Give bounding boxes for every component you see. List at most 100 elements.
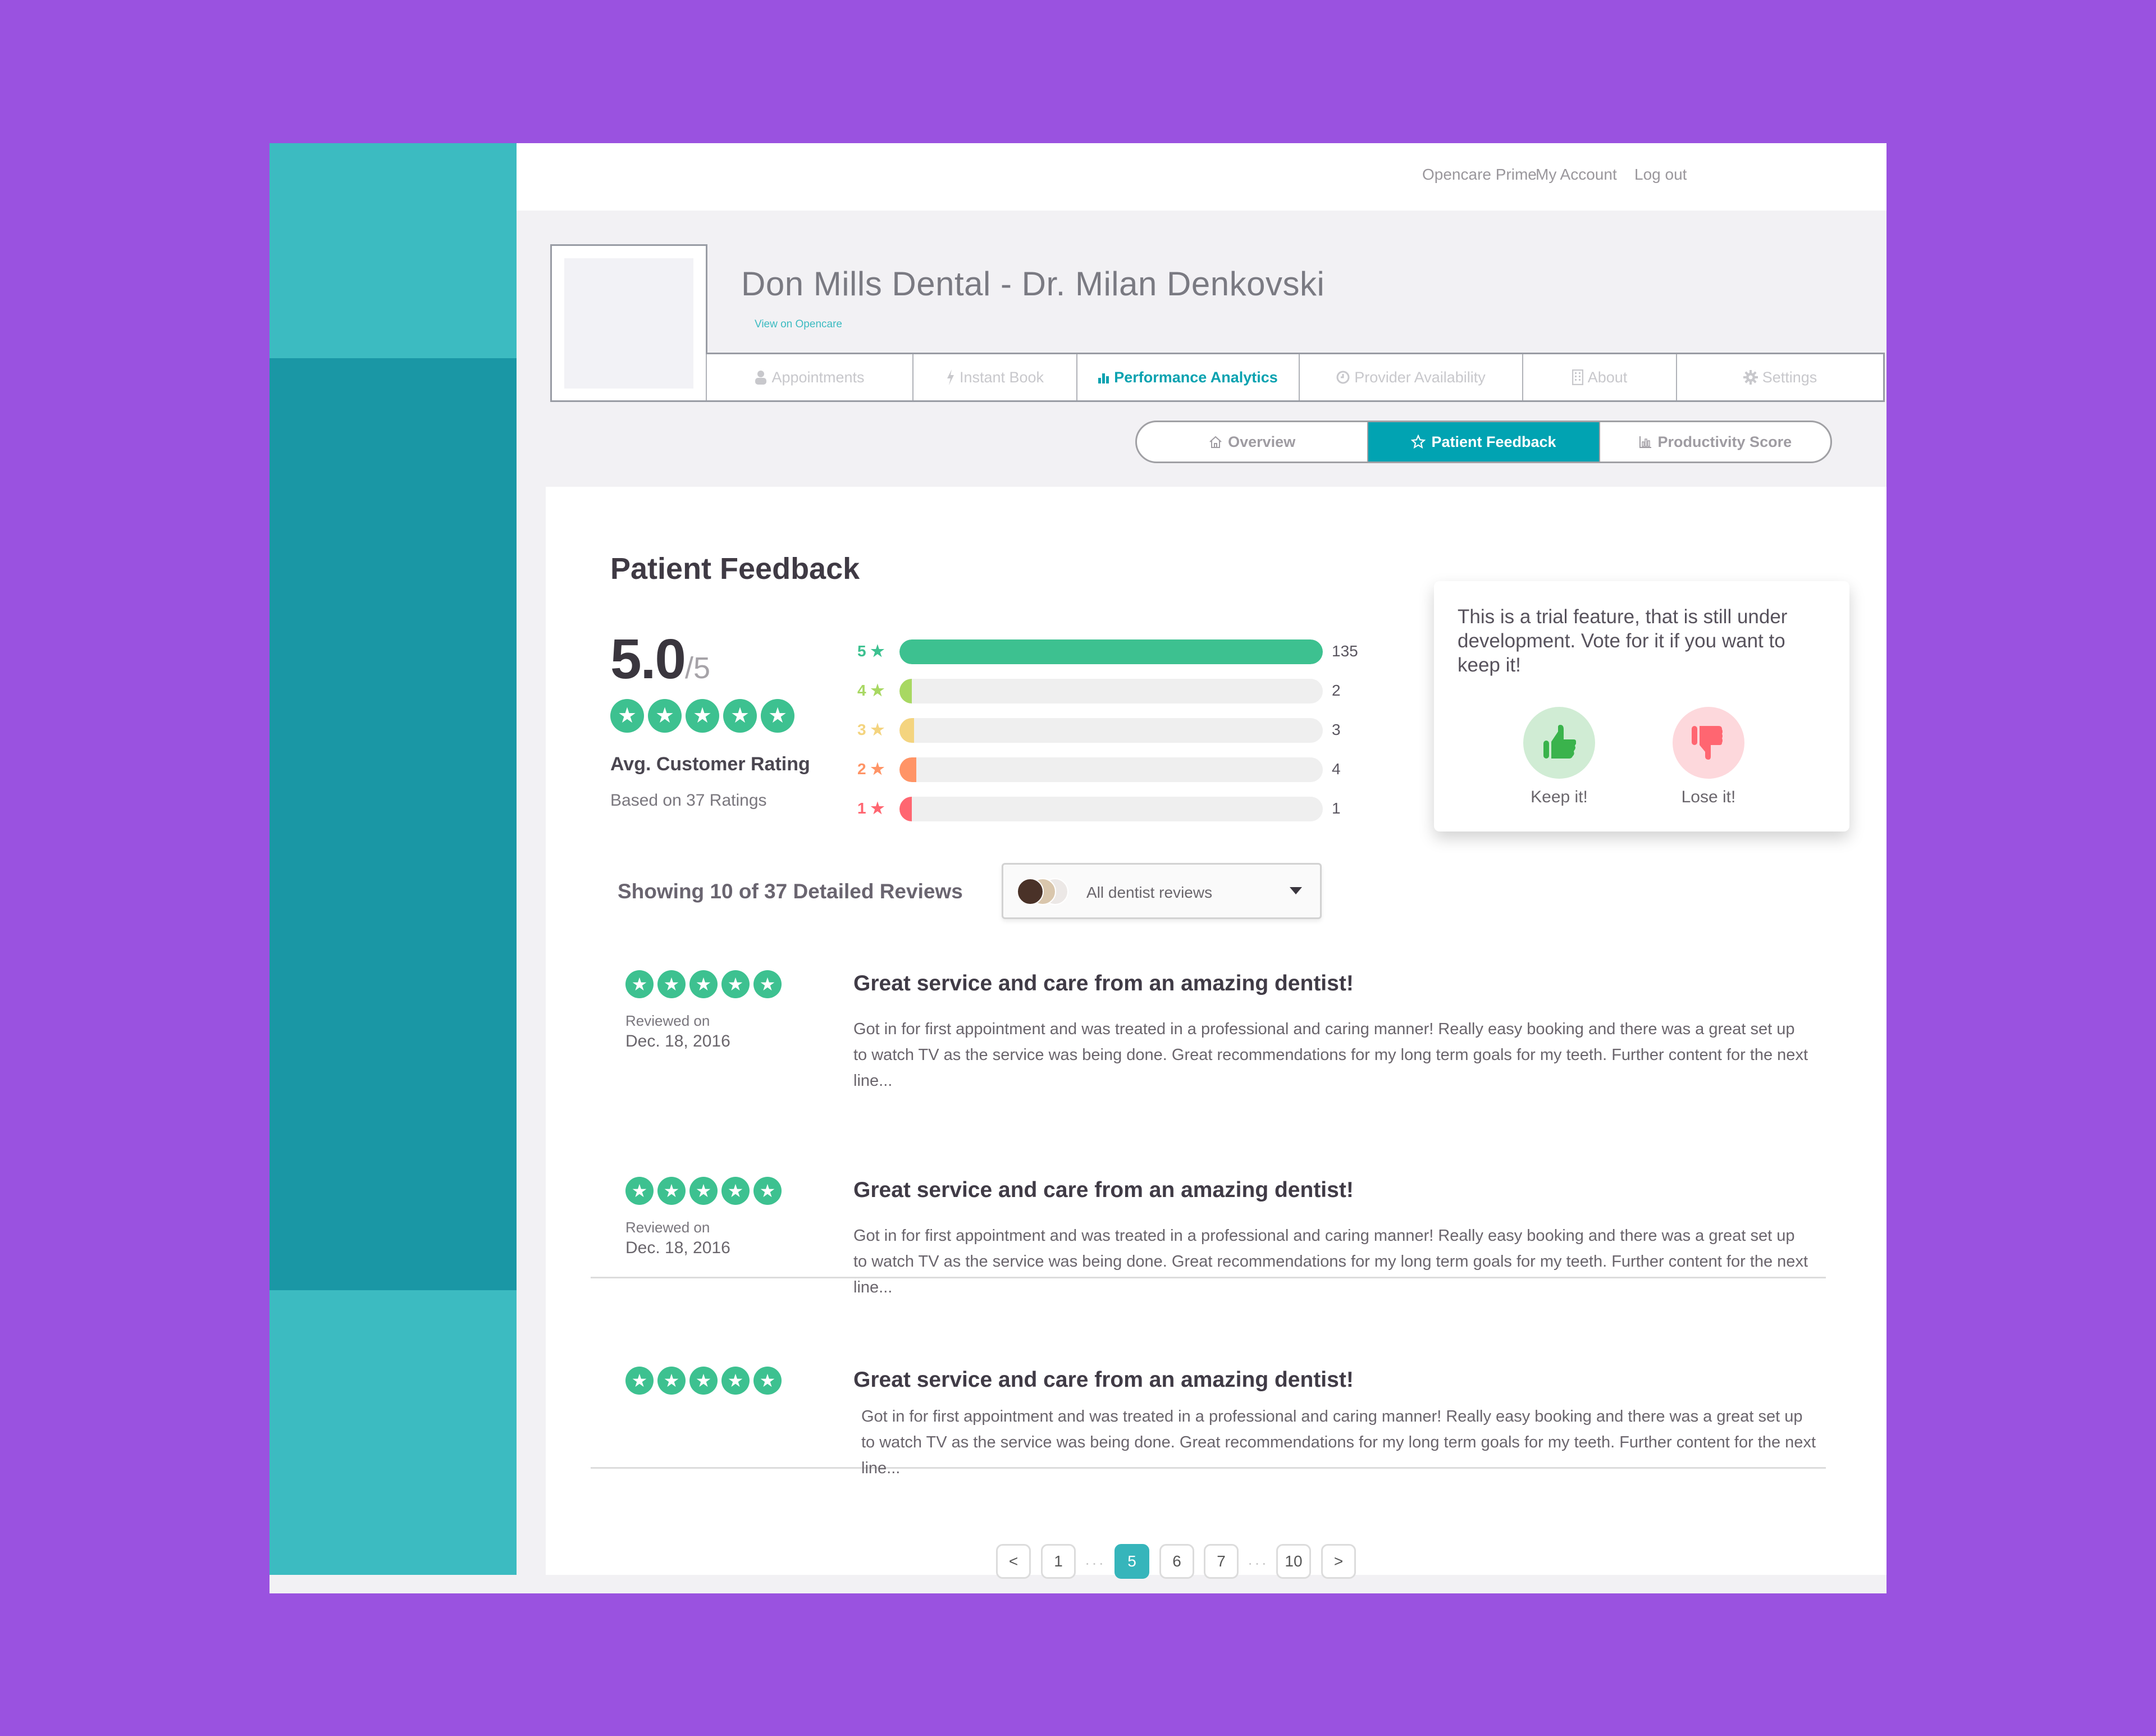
review-title[interactable]: Great service and care from an amazing d… [853, 1178, 1354, 1203]
building-icon [1572, 369, 1583, 385]
review-body: Got in for first appointment and was tre… [861, 1408, 1816, 1477]
avg-label: Avg. Customer Rating [610, 753, 810, 775]
my-account-link[interactable]: My Account [1536, 166, 1617, 184]
trial-feature-card: This is a trial feature, that is still u… [1434, 581, 1849, 832]
ratings-count: Based on 37 Ratings [610, 791, 767, 810]
avatar [1017, 878, 1044, 905]
rating-row-3: 3 ★ 3 [857, 718, 1363, 743]
caret-down-icon [1290, 887, 1302, 894]
bar-chart-outline-icon [1639, 436, 1651, 448]
rating-bar-track [899, 797, 1323, 821]
rating-row-1: 1 ★ 1 [857, 797, 1363, 821]
gear-icon [1743, 370, 1758, 385]
rating-bar-track [899, 679, 1323, 703]
page-button-5[interactable]: 5 [1114, 1544, 1149, 1579]
avg-denominator: /5 [685, 651, 711, 685]
tab-about[interactable]: About [1522, 354, 1676, 400]
review-stars: ★ ★ ★ ★ ★ [625, 1177, 782, 1205]
star-icon: ★ [723, 699, 757, 733]
lose-it-button[interactable]: Lose it! [1672, 707, 1745, 807]
rating-bar-fill [899, 679, 912, 703]
star-icon: ★ [721, 970, 750, 998]
rating-bar-fill [899, 757, 917, 782]
keep-it-button[interactable]: Keep it! [1523, 707, 1596, 807]
lightning-icon [947, 369, 954, 385]
page-button-1[interactable]: 1 [1041, 1544, 1076, 1579]
avg-score: 5.0 [610, 628, 686, 691]
ellipsis: ··· [1085, 1554, 1106, 1571]
star-icon: ★ [610, 699, 644, 733]
app-window: Opencare Prime My Account Log out Don Mi… [270, 143, 1886, 1593]
rating-row-count: 135 [1332, 642, 1358, 660]
tab-label: Provider Availability [1354, 368, 1486, 386]
review-title[interactable]: Great service and care from an amazing d… [853, 971, 1354, 996]
opencare-prime-link[interactable]: Opencare Prime [1422, 166, 1537, 184]
star-icon: ★ [689, 970, 718, 998]
star-outline-icon [1411, 435, 1426, 449]
keep-it-label: Keep it! [1531, 788, 1588, 806]
prev-page-button[interactable]: < [996, 1544, 1031, 1579]
thumbs-up-icon [1543, 725, 1576, 759]
page-button-6[interactable]: 6 [1159, 1544, 1194, 1579]
rating-bar-fill [899, 797, 912, 821]
rating-row-5: 5 ★ 135 [857, 639, 1363, 664]
page-button-7[interactable]: 7 [1204, 1544, 1239, 1579]
tab-settings[interactable]: Settings [1676, 354, 1885, 400]
star-icon: ★ [689, 1367, 718, 1395]
star-icon: ★ [721, 1177, 750, 1205]
pagination: < 1 ··· 5 6 7 ··· 10 > [546, 1544, 1886, 1589]
subtab-overview[interactable]: Overview [1137, 422, 1367, 462]
tab-label: Appointments [771, 368, 865, 386]
rating-bar-track [899, 639, 1323, 664]
subtab-patient-feedback[interactable]: Patient Feedback [1367, 422, 1600, 462]
profile-photo [550, 244, 707, 402]
review-stars: ★ ★ ★ ★ ★ [625, 1367, 782, 1395]
star-icon: ★ [761, 699, 794, 733]
sidebar-active-section [270, 358, 517, 1290]
subtab-label: Patient Feedback [1431, 433, 1556, 450]
rating-row-label: 1 ★ [857, 800, 885, 817]
tab-label: Settings [1762, 368, 1817, 386]
main-area: Opencare Prime My Account Log out Don Mi… [517, 143, 1886, 1593]
average-rating: 5.0/5 ★ ★ ★ ★ ★ Avg. Customer Rating Bas… [610, 627, 810, 810]
view-on-opencare-link[interactable]: View on Opencare [755, 318, 842, 331]
star-icon: ★ [657, 970, 686, 998]
profile-header: Don Mills Dental - Dr. Milan Denkovski V… [550, 244, 1885, 402]
sub-nav-tabs: Overview Patient Feedback Productivity S… [1135, 421, 1832, 463]
tab-performance-analytics[interactable]: Performance Analytics [1076, 354, 1299, 400]
dentist-avatars [1017, 878, 1079, 905]
tab-label: Instant Book [959, 368, 1044, 386]
top-bar: Opencare Prime My Account Log out [517, 143, 1886, 211]
rating-row-4: 4 ★ 2 [857, 679, 1363, 703]
ellipsis: ··· [1248, 1554, 1268, 1571]
reviewed-on-label: Reviewed on [625, 1012, 710, 1029]
rating-row-count: 3 [1332, 721, 1341, 738]
subtab-label: Overview [1228, 433, 1296, 450]
page-button-10[interactable]: 10 [1276, 1544, 1311, 1579]
lose-it-label: Lose it! [1681, 788, 1736, 806]
rating-bar-track [899, 757, 1323, 782]
subtab-productivity-score[interactable]: Productivity Score [1600, 422, 1830, 462]
panel-title: Patient Feedback [610, 552, 860, 586]
star-icon: ★ [753, 1367, 782, 1395]
review-title[interactable]: Great service and care from an amazing d… [853, 1368, 1354, 1392]
star-icon: ★ [753, 1177, 782, 1205]
rating-bar-track [899, 718, 1323, 743]
reviews-count-heading: Showing 10 of 37 Detailed Reviews [618, 880, 963, 903]
reviewed-on-label: Reviewed on [625, 1219, 710, 1236]
rating-bar-fill [899, 639, 1323, 664]
tab-instant-book[interactable]: Instant Book [912, 354, 1076, 400]
tab-appointments[interactable]: Appointments [706, 354, 912, 400]
dentist-filter-dropdown[interactable]: All dentist reviews [1002, 863, 1322, 919]
rating-row-label: 2 ★ [857, 760, 885, 778]
tab-provider-availability[interactable]: Provider Availability [1299, 354, 1522, 400]
feedback-panel: Patient Feedback 5.0/5 ★ ★ ★ ★ ★ Avg. Cu… [546, 487, 1886, 1575]
log-out-link[interactable]: Log out [1634, 166, 1687, 184]
star-icon: ★ [689, 1177, 718, 1205]
rating-row-2: 2 ★ 4 [857, 757, 1363, 782]
next-page-button[interactable]: > [1321, 1544, 1356, 1579]
rating-row-count: 4 [1332, 760, 1341, 778]
star-icon: ★ [625, 1177, 654, 1205]
rating-bar-fill [899, 718, 915, 743]
rating-row-count: 1 [1332, 800, 1341, 817]
